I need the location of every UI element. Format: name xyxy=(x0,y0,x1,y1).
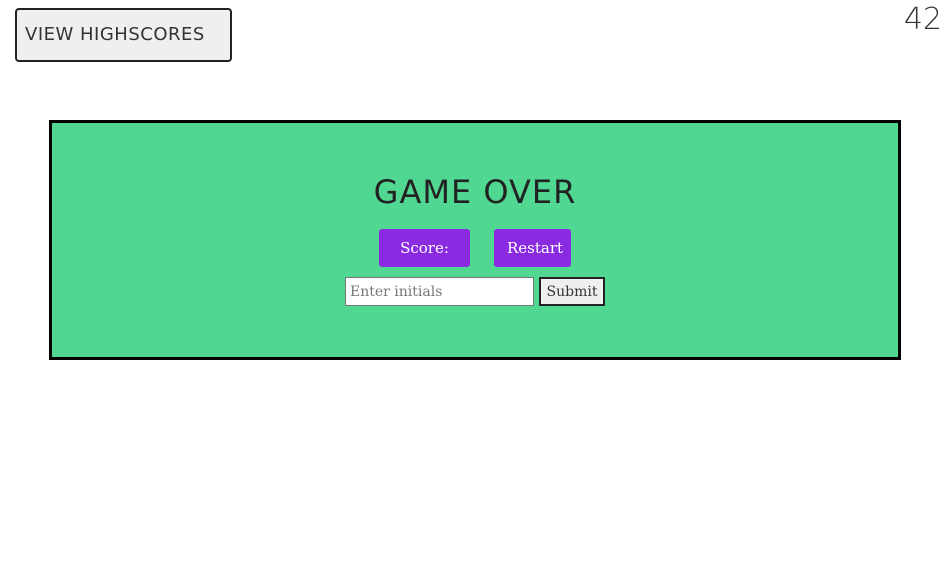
initials-input[interactable] xyxy=(345,277,534,306)
game-over-title: GAME OVER xyxy=(373,173,577,211)
submit-button[interactable]: Submit xyxy=(539,277,605,306)
restart-button[interactable]: Restart xyxy=(494,229,571,267)
initials-form: Submit xyxy=(52,277,898,306)
score-button[interactable]: Score: 42 xyxy=(379,229,470,295)
view-highscores-button[interactable]: VIEW HIGHSCORES xyxy=(15,8,232,62)
game-over-panel: GAME OVER Score: 42 Restart Submit xyxy=(49,120,901,360)
score-restart-row: Score: 42 Restart xyxy=(52,229,898,295)
timer-display: 42 xyxy=(903,2,942,37)
